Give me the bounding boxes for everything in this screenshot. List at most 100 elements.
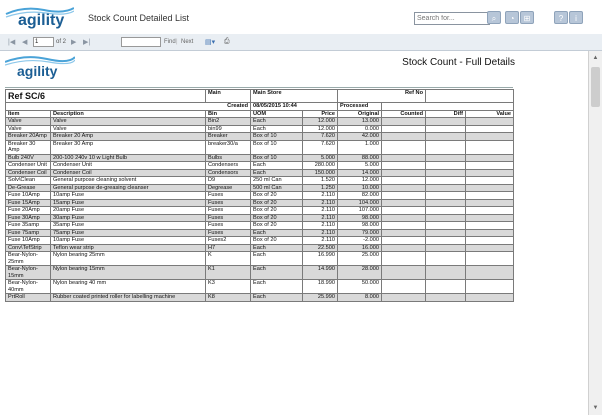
cell-item: Solv\Clean bbox=[5, 176, 51, 185]
cell-counted[interactable] bbox=[381, 243, 426, 252]
cell-diff[interactable] bbox=[425, 213, 466, 222]
rss-button[interactable]: ◔ bbox=[505, 11, 519, 24]
cell-value[interactable] bbox=[465, 228, 514, 237]
cell-counted[interactable] bbox=[381, 228, 426, 237]
cell-counted[interactable] bbox=[381, 168, 426, 177]
agility-logo[interactable]: agility bbox=[4, 4, 75, 32]
cell-counted[interactable] bbox=[381, 198, 426, 207]
cell-diff[interactable] bbox=[425, 221, 466, 230]
cell-diff[interactable] bbox=[425, 117, 466, 126]
next-link[interactable]: Next bbox=[181, 39, 193, 45]
cell-counted[interactable] bbox=[381, 139, 426, 155]
cell-diff[interactable] bbox=[425, 243, 466, 252]
cell-value[interactable] bbox=[465, 168, 514, 177]
help-button[interactable]: ? bbox=[554, 11, 568, 24]
cell-price: 18.990 bbox=[302, 279, 338, 294]
cell-diff[interactable] bbox=[425, 279, 466, 294]
cell-diff[interactable] bbox=[425, 183, 466, 192]
cell-counted[interactable] bbox=[381, 265, 426, 280]
cell-value[interactable] bbox=[465, 206, 514, 215]
next-page-icon[interactable]: ▶ bbox=[71, 38, 76, 46]
created-label: Created bbox=[5, 102, 251, 111]
cell-diff[interactable] bbox=[425, 168, 466, 177]
cell-value[interactable] bbox=[465, 124, 514, 133]
export-icon[interactable]: ▤▾ bbox=[205, 38, 215, 46]
cell-diff[interactable] bbox=[425, 198, 466, 207]
cell-counted[interactable] bbox=[381, 221, 426, 230]
cell-value[interactable] bbox=[465, 198, 514, 207]
cell-value[interactable] bbox=[465, 132, 514, 141]
cell-diff[interactable] bbox=[425, 176, 466, 185]
cell-value[interactable] bbox=[465, 161, 514, 170]
cell-counted[interactable] bbox=[381, 279, 426, 294]
network-button[interactable]: ⊞ bbox=[520, 11, 534, 24]
print-icon[interactable]: ⎙ bbox=[224, 38, 230, 46]
cell-value[interactable] bbox=[465, 221, 514, 230]
cell-diff[interactable] bbox=[425, 132, 466, 141]
cell-counted[interactable] bbox=[381, 251, 426, 266]
cell-value[interactable] bbox=[465, 213, 514, 222]
last-page-icon[interactable]: ▶| bbox=[83, 38, 90, 46]
cell-counted[interactable] bbox=[381, 236, 426, 245]
cell-value[interactable] bbox=[465, 265, 514, 280]
cell-original: 8.000 bbox=[337, 293, 382, 302]
cell-value[interactable] bbox=[465, 279, 514, 294]
find-link[interactable]: Find bbox=[164, 39, 176, 45]
cell-value[interactable] bbox=[465, 293, 514, 302]
cell-original: 12.000 bbox=[337, 176, 382, 185]
page-number-input[interactable]: 1 bbox=[33, 37, 54, 47]
cell-counted[interactable] bbox=[381, 183, 426, 192]
cell-diff[interactable] bbox=[425, 161, 466, 170]
vertical-scrollbar[interactable]: ▲ ▼ bbox=[588, 51, 602, 415]
cell-value[interactable] bbox=[465, 236, 514, 245]
cell-counted[interactable] bbox=[381, 293, 426, 302]
column-header: Counted bbox=[381, 109, 426, 118]
cell-counted[interactable] bbox=[381, 213, 426, 222]
info-button[interactable]: i bbox=[569, 11, 583, 24]
cell-counted[interactable] bbox=[381, 132, 426, 141]
find-input[interactable] bbox=[121, 37, 161, 47]
cell-item: Fuse 10Amp bbox=[5, 236, 51, 245]
search-input[interactable] bbox=[414, 12, 490, 25]
column-header: Diff bbox=[425, 109, 466, 118]
scroll-down-icon[interactable]: ▼ bbox=[589, 401, 602, 415]
cell-value[interactable] bbox=[465, 183, 514, 192]
cell-item: Condenser Coil bbox=[5, 168, 51, 177]
search-button[interactable]: ⌕ bbox=[487, 11, 501, 24]
cell-diff[interactable] bbox=[425, 265, 466, 280]
first-page-icon[interactable]: |◀ bbox=[8, 38, 15, 46]
cell-diff[interactable] bbox=[425, 191, 466, 200]
cell-value[interactable] bbox=[465, 191, 514, 200]
cell-value[interactable] bbox=[465, 117, 514, 126]
cell-diff[interactable] bbox=[425, 293, 466, 302]
cell-counted[interactable] bbox=[381, 117, 426, 126]
prev-page-icon[interactable]: ◀ bbox=[22, 38, 27, 46]
cell-diff[interactable] bbox=[425, 206, 466, 215]
cell-item: Bear-Nylon-25mm bbox=[5, 251, 51, 266]
cell-diff[interactable] bbox=[425, 153, 466, 162]
cell-diff[interactable] bbox=[425, 124, 466, 133]
cell-bin: Breaker bbox=[205, 132, 251, 141]
cell-bin: K1 bbox=[205, 265, 251, 280]
cell-original: 88.000 bbox=[337, 153, 382, 162]
scroll-thumb[interactable] bbox=[591, 67, 600, 107]
cell-value[interactable] bbox=[465, 251, 514, 266]
cell-diff[interactable] bbox=[425, 228, 466, 237]
cell-counted[interactable] bbox=[381, 161, 426, 170]
cell-value[interactable] bbox=[465, 153, 514, 162]
cell-diff[interactable] bbox=[425, 139, 466, 155]
cell-desc: Breaker 20 Amp bbox=[50, 132, 206, 141]
cell-counted[interactable] bbox=[381, 124, 426, 133]
cell-counted[interactable] bbox=[381, 176, 426, 185]
cell-counted[interactable] bbox=[381, 153, 426, 162]
cell-uom: Box of 20 bbox=[250, 198, 303, 207]
cell-original: 13.000 bbox=[337, 117, 382, 126]
scroll-up-icon[interactable]: ▲ bbox=[589, 51, 602, 65]
cell-value[interactable] bbox=[465, 243, 514, 252]
cell-counted[interactable] bbox=[381, 191, 426, 200]
cell-diff[interactable] bbox=[425, 251, 466, 266]
cell-value[interactable] bbox=[465, 139, 514, 155]
cell-counted[interactable] bbox=[381, 206, 426, 215]
cell-diff[interactable] bbox=[425, 236, 466, 245]
cell-value[interactable] bbox=[465, 176, 514, 185]
